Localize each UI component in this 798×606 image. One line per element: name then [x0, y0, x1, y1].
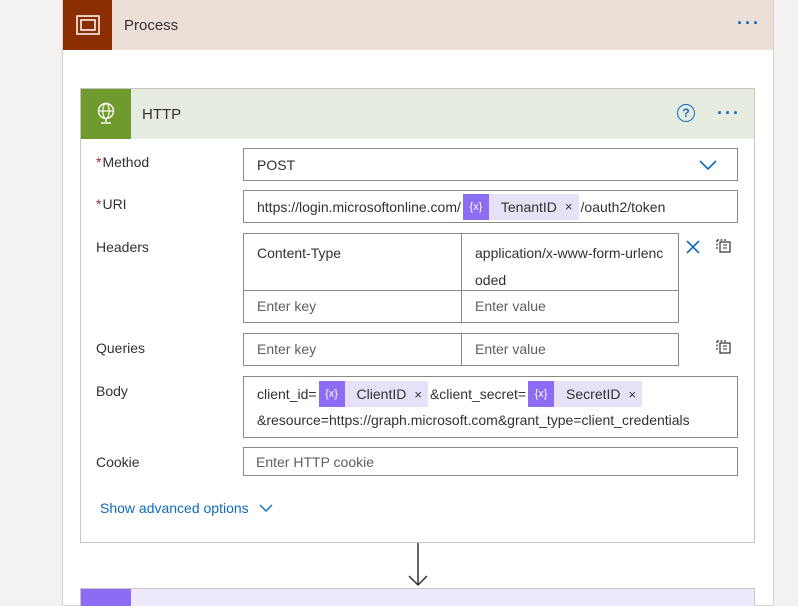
method-label-text: Method — [102, 154, 150, 170]
arrow-down-icon — [408, 543, 428, 587]
globe-icon — [81, 89, 131, 139]
required-mark: * — [96, 154, 102, 170]
required-mark: * — [96, 196, 102, 212]
close-icon[interactable] — [686, 240, 700, 254]
close-icon[interactable]: × — [627, 381, 643, 407]
expression-icon: {x} — [528, 381, 555, 407]
body-label: Body — [96, 383, 128, 399]
header-value-cell[interactable]: application/x-www-form-urlencoded — [461, 233, 679, 291]
header-new-key-input[interactable]: Enter key — [243, 290, 462, 323]
body-input[interactable]: client_id= {x} ClientID × &client_secret… — [243, 376, 738, 438]
switch-to-text-icon[interactable] — [716, 339, 732, 355]
body-line-1: client_id= {x} ClientID × &client_secret… — [257, 380, 737, 408]
headers-label: Headers — [96, 239, 149, 255]
next-action-card[interactable] — [80, 588, 755, 606]
http-card-title: HTTP — [142, 106, 182, 123]
switch-to-text-icon[interactable] — [716, 238, 732, 254]
uri-suffix: /oauth2/token — [580, 198, 666, 215]
close-icon[interactable]: × — [412, 381, 428, 407]
token-label: SecretID — [566, 386, 621, 402]
tenantid-token[interactable]: {x} TenantID × — [462, 193, 579, 220]
header-key: Content-Type — [257, 245, 342, 261]
scope-title: Process — [124, 17, 179, 34]
uri-prefix: https://login.microsoftonline.com/ — [257, 198, 461, 215]
placeholder-text: Enter key — [257, 298, 317, 314]
more-dots-icon[interactable]: ··· — [717, 104, 741, 122]
show-advanced-label: Show advanced options — [100, 500, 249, 516]
uri-label-text: URI — [102, 196, 127, 212]
body-line-2: &resource=https://graph.microsoft.com&gr… — [257, 412, 690, 428]
uri-input[interactable]: https://login.microsoftonline.com/ {x} T… — [243, 190, 738, 223]
query-value-input[interactable]: Enter value — [461, 333, 679, 366]
uri-label: *URI — [96, 196, 127, 212]
token-label: ClientID — [356, 386, 407, 402]
expression-icon: {x} — [318, 381, 345, 407]
cookie-input[interactable]: Enter HTTP cookie — [243, 447, 738, 476]
cookie-label: Cookie — [96, 454, 140, 470]
chevron-down-icon — [259, 504, 273, 512]
method-label: *Method — [96, 154, 149, 170]
scope-icon — [63, 0, 112, 50]
clientid-token[interactable]: {x} ClientID × — [318, 381, 428, 407]
method-value: POST — [257, 157, 296, 173]
queries-label: Queries — [96, 340, 146, 356]
header-new-value-input[interactable]: Enter value — [461, 290, 679, 323]
token-label: TenantID — [500, 198, 557, 215]
show-advanced-options-link[interactable]: Show advanced options — [100, 500, 273, 516]
body-part1: client_id= — [257, 386, 317, 402]
placeholder-text: Enter key — [257, 341, 317, 357]
body-part2: &client_secret= — [429, 386, 527, 402]
scope-header[interactable]: Process ··· — [63, 0, 773, 50]
more-dots-icon[interactable]: ··· — [737, 14, 761, 32]
query-key-input[interactable]: Enter key — [243, 333, 462, 366]
secretid-token[interactable]: {x} SecretID × — [528, 381, 643, 407]
chevron-down-icon — [699, 160, 717, 171]
placeholder-text: Enter value — [475, 341, 546, 357]
close-icon[interactable]: × — [563, 194, 579, 220]
header-key-cell[interactable]: Content-Type — [243, 233, 462, 291]
placeholder-text: Enter value — [475, 298, 546, 314]
method-dropdown[interactable]: POST — [243, 148, 738, 181]
expression-icon: {x} — [462, 193, 489, 220]
placeholder-text: Enter HTTP cookie — [256, 453, 375, 470]
header-value: application/x-www-form-urlencoded — [475, 245, 664, 288]
help-icon[interactable]: ? — [677, 104, 695, 122]
http-card-header[interactable]: HTTP ? ··· — [81, 89, 754, 139]
expression-icon — [81, 589, 131, 606]
